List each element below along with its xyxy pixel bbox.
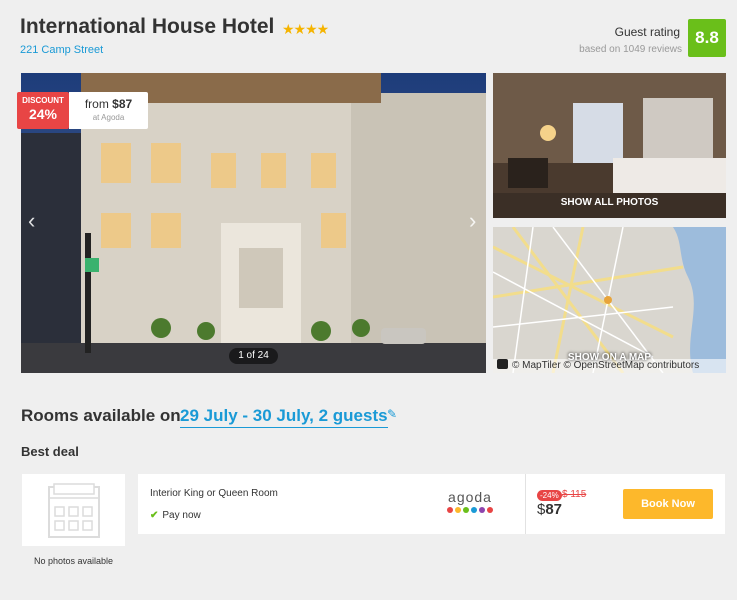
provider-name: agoda [448, 489, 492, 505]
prev-photo-arrow-icon[interactable]: ‹ [28, 208, 35, 234]
discount-label: DISCOUNT [22, 96, 64, 105]
provider-dot [455, 507, 461, 513]
show-on-map-link[interactable]: SHOW ON A MAP [493, 352, 726, 363]
deal-price-value: 87 [545, 501, 563, 518]
from-source: at Agoda [92, 113, 125, 122]
next-photo-arrow-icon[interactable]: › [469, 208, 476, 234]
show-all-photos-link[interactable]: SHOW ALL PHOTOS [493, 197, 726, 208]
hotel-name: International House Hotel [20, 15, 275, 38]
no-photo-placeholder [22, 474, 125, 546]
provider-logo: agoda [446, 490, 494, 513]
provider-dot [463, 507, 469, 513]
provider-dot [487, 507, 493, 513]
hotel-address-link[interactable]: 221 Camp Street [20, 44, 103, 56]
hotel-building-icon [48, 483, 100, 538]
provider-dot [471, 507, 477, 513]
photo-counter: 1 of 24 [229, 348, 278, 364]
provider-dot [479, 507, 485, 513]
original-price: $ 115 [562, 489, 587, 500]
discount-badge: DISCOUNT 24% [17, 92, 69, 129]
provider-dot [447, 507, 453, 513]
edit-pencil-icon[interactable]: ✎ [387, 407, 397, 421]
no-photo-label: No photos available [33, 556, 114, 566]
payment-option: ✔ Pay now [150, 510, 201, 521]
review-count: based on 1049 reviews [579, 44, 682, 55]
check-icon: ✔ [150, 510, 159, 521]
from-price-box[interactable]: from $87 at Agoda [69, 92, 148, 129]
from-price: $87 [112, 97, 133, 111]
room-name[interactable]: Interior King or Queen Room [150, 488, 278, 499]
deal-discount-badge: -24% [537, 490, 562, 501]
guest-rating-label: Guest rating [614, 25, 680, 39]
pay-now-label: Pay now [162, 510, 201, 521]
deal-price: $87 [537, 501, 562, 518]
discount-value: 24% [28, 106, 58, 122]
card-divider [525, 474, 526, 534]
best-deal-heading: Best deal [21, 444, 79, 459]
provider-dots-icon [446, 507, 494, 513]
star-rating: ★★★★ [282, 21, 329, 37]
stay-dates-link[interactable]: 29 July - 30 July, 2 guests [180, 406, 388, 428]
rating-score-badge: 8.8 [688, 19, 726, 57]
rooms-available-title: Rooms available on [21, 406, 181, 425]
from-prefix: from [84, 97, 113, 111]
book-now-button[interactable]: Book Now [623, 489, 713, 519]
